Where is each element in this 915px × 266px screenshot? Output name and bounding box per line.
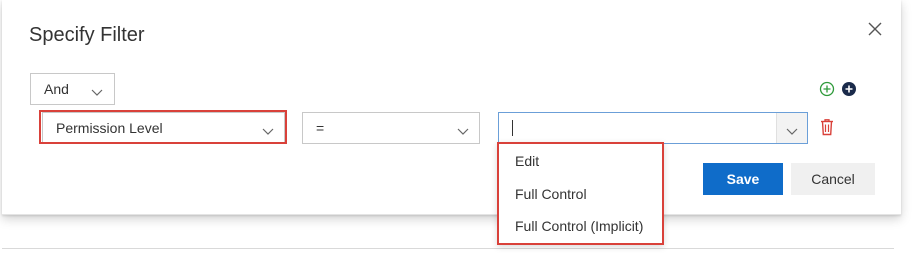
value-dropdown-list: Edit Full Control Full Control (Implicit…: [497, 142, 664, 245]
logic-operator-value: And: [44, 81, 69, 97]
chevron-down-icon: [786, 123, 798, 139]
dropdown-option[interactable]: Edit: [515, 153, 539, 169]
operator-select-value: =: [316, 120, 325, 136]
chevron-down-icon: [457, 123, 469, 139]
field-select[interactable]: Permission Level: [42, 112, 285, 144]
dropdown-option[interactable]: Full Control (Implicit): [515, 218, 643, 234]
value-combobox[interactable]: [498, 112, 808, 144]
add-circle-filled-icon[interactable]: [841, 81, 857, 97]
chevron-down-icon: [91, 84, 103, 100]
operator-select[interactable]: =: [302, 112, 480, 144]
chevron-down-icon: [262, 123, 274, 139]
value-dropdown-toggle[interactable]: [776, 113, 807, 143]
dialog-title: Specify Filter: [29, 24, 145, 46]
logic-operator-select[interactable]: And: [30, 73, 115, 105]
delete-icon[interactable]: [819, 118, 835, 136]
field-select-value: Permission Level: [56, 120, 163, 136]
cancel-button[interactable]: Cancel: [791, 163, 875, 195]
save-button[interactable]: Save: [703, 163, 783, 195]
close-icon[interactable]: [864, 18, 886, 40]
add-circle-icon[interactable]: [819, 81, 835, 97]
backdrop-divider: [2, 248, 894, 249]
dropdown-option[interactable]: Full Control: [515, 186, 587, 202]
text-caret: [512, 120, 513, 136]
specify-filter-dialog: Specify Filter And Permission Level = Sa…: [2, 0, 901, 215]
